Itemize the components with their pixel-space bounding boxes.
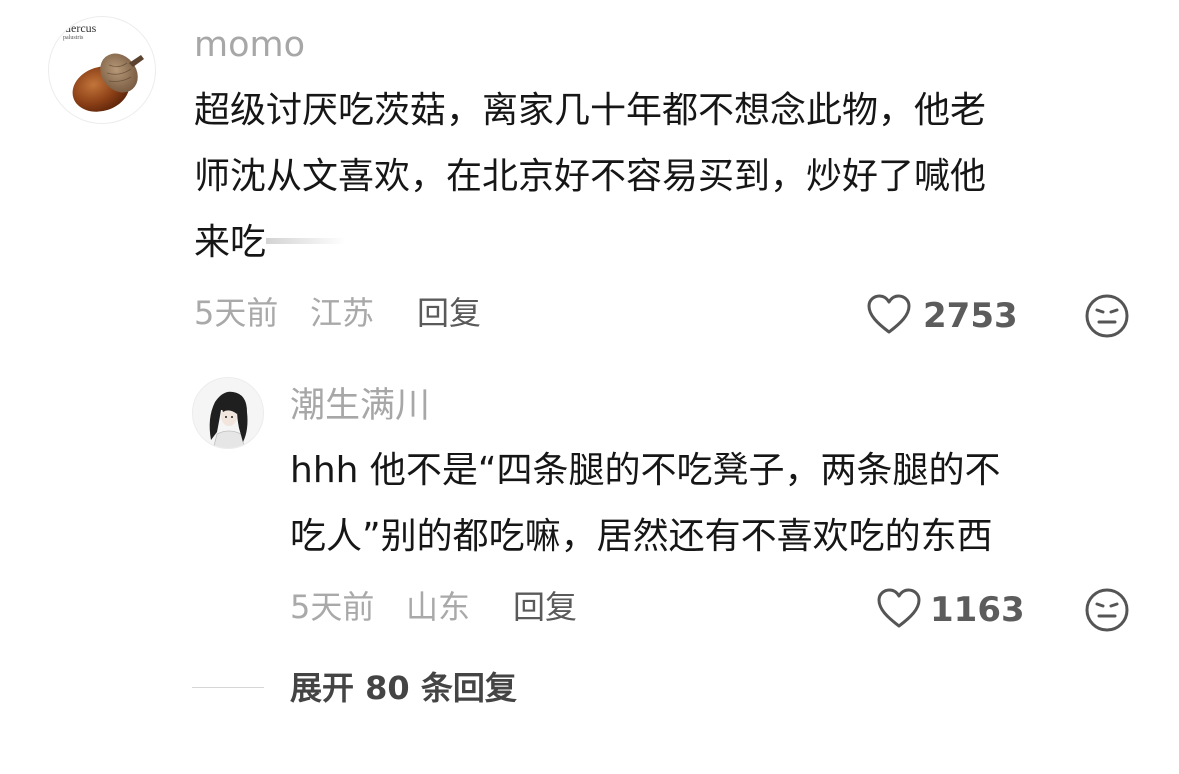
- reply-time: 5天前: [290, 588, 375, 626]
- comment-time: 5天前: [194, 294, 279, 332]
- reply-text: hhh 他不是“四条腿的不吃凳子，两条腿的不 吃人”别的都吃嘛，居然还有不喜欢吃…: [290, 438, 1001, 570]
- reply-like-button[interactable]: 1163: [876, 587, 1026, 633]
- heart-icon: [877, 588, 921, 628]
- reply-username[interactable]: 潮生满川: [290, 389, 430, 424]
- reply-like-count: 1163: [930, 590, 1025, 630]
- reply-text-line: 吃人”别的都吃嘛，居然还有不喜欢吃的东西: [290, 516, 993, 557]
- comment-location: 江苏: [310, 294, 375, 332]
- avatar-subtext: palustris: [63, 35, 84, 41]
- reply-location: 山东: [406, 588, 471, 626]
- reply-avatar[interactable]: [192, 377, 264, 449]
- expand-divider: [192, 687, 264, 688]
- comment-reply-button[interactable]: 回复: [417, 297, 481, 329]
- reply-reply-button[interactable]: 回复: [513, 591, 577, 623]
- comment-text-line: 来吃: [194, 210, 986, 276]
- heart-icon: [867, 294, 911, 334]
- comment-text-line-last: 来吃: [194, 222, 267, 263]
- like-count: 2753: [923, 296, 1018, 336]
- comment-text-line: 师沈从文喜欢，在北京好不容易买到，炒好了喊他: [194, 156, 987, 197]
- dislike-face-icon[interactable]: [1084, 587, 1130, 633]
- expand-replies-button[interactable]: 展开 80 条回复: [290, 672, 517, 704]
- comment-username[interactable]: momo: [194, 28, 305, 63]
- text-fade: [266, 238, 346, 244]
- anime-character-icon: [193, 378, 263, 448]
- comment-text-line: 超级讨厌吃茨菇，离家几十年都不想念此物，他老: [194, 90, 987, 131]
- dislike-face-icon[interactable]: [1084, 293, 1130, 339]
- avatar[interactable]: uercus palustris: [48, 16, 156, 124]
- like-button[interactable]: 2753: [866, 293, 1026, 339]
- reply-text-line: hhh 他不是“四条腿的不吃凳子，两条腿的不: [290, 450, 1001, 491]
- comment-text: 超级讨厌吃茨菇，离家几十年都不想念此物，他老 师沈从文喜欢，在北京好不容易买到，…: [194, 78, 986, 276]
- avatar-text: uercus: [65, 21, 97, 35]
